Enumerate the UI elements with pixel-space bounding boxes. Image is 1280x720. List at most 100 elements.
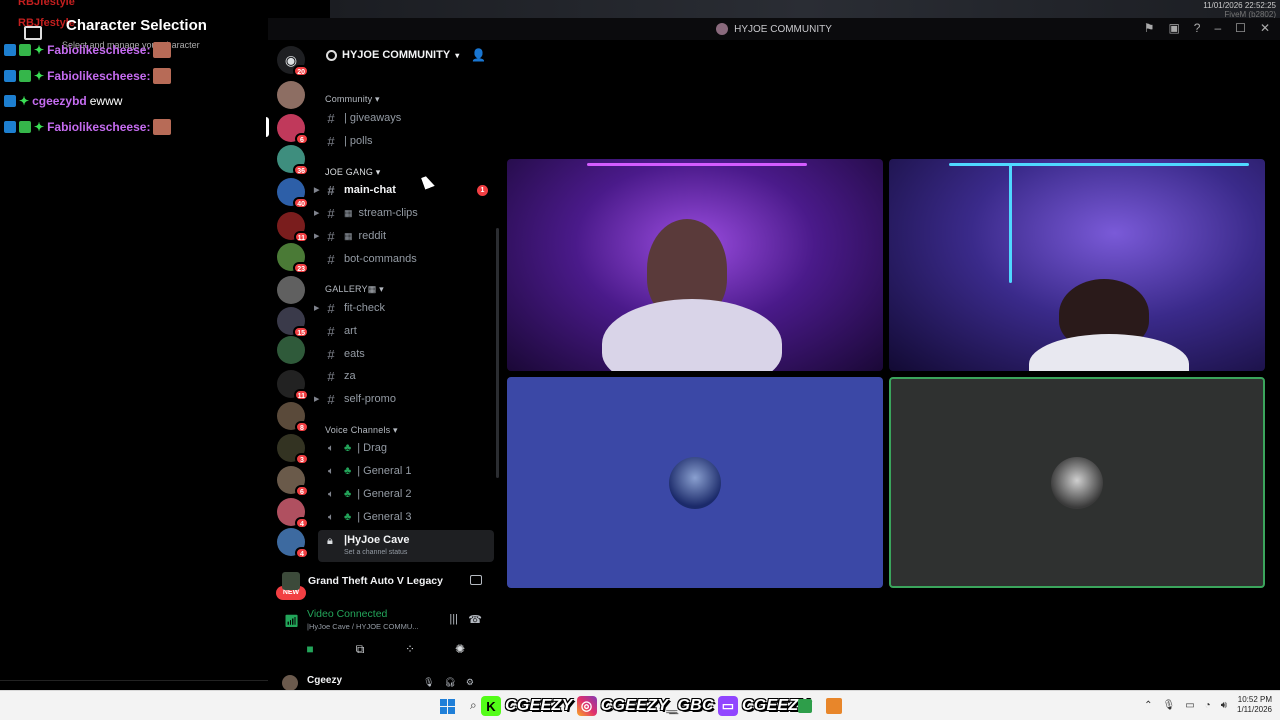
channel-eats[interactable]: # eats: [324, 344, 496, 364]
chat-message: ✦ Fabiolikescheese:: [4, 119, 172, 135]
video-tile-speaking[interactable]: [889, 377, 1265, 588]
stream-overlay: RBJfestyle RBJfestyle Character Selectio…: [0, 0, 268, 690]
server-icon[interactable]: 4: [277, 528, 309, 559]
user-controls[interactable]: 🎙︎🎧︎⚙: [423, 677, 484, 688]
overlay-app-icon: [24, 26, 42, 40]
selected-server-marker: [266, 117, 269, 137]
channel-label: eats: [344, 348, 365, 360]
server-icon[interactable]: 15: [277, 307, 309, 338]
chevron-up-icon[interactable]: ⌃: [1144, 700, 1152, 711]
server-icon[interactable]: [277, 81, 305, 109]
voice-status: Video Connected: [307, 608, 388, 620]
mic-icon[interactable]: 🎙︎: [1162, 700, 1175, 711]
server-icon[interactable]: 11: [277, 370, 309, 401]
activities-button[interactable]: ⁘: [390, 638, 430, 660]
voice-channel-general-3[interactable]: 🔈︎ ♣ | General 3: [324, 507, 496, 527]
channel-polls[interactable]: # | polls: [324, 131, 496, 151]
discord-home-button[interactable]: ◉ 20: [277, 46, 309, 77]
server-icon[interactable]: [277, 336, 305, 364]
server-icon[interactable]: 40: [277, 178, 309, 209]
network-icon[interactable]: ◔: [1205, 700, 1211, 711]
disconnect-icon[interactable]: ☎: [468, 613, 482, 626]
volume-icon[interactable]: 🔊︎: [1221, 700, 1227, 711]
voice-connection-panel: 📶︎ Video Connected |HyJoe Cave / HYJOE C…: [272, 604, 496, 636]
close-button[interactable]: ✕: [1260, 21, 1270, 35]
voice-channel-hyjoe-cave[interactable]: 🔒︎ |HyJoe Cave Set a channel status: [318, 530, 494, 562]
help-icon[interactable]: ?: [1194, 21, 1201, 35]
windows-start-icon[interactable]: [440, 699, 455, 714]
voice-location[interactable]: |HyJoe Cave / HYJOE COMMU...: [307, 622, 419, 631]
emote-icon: [153, 42, 172, 58]
hash-icon: #: [327, 205, 335, 221]
clock[interactable]: 10:52 PM 1/11/2026: [1237, 695, 1272, 715]
screenshare-button[interactable]: ⧉: [340, 638, 380, 660]
flag-icon[interactable]: ⚑: [1144, 21, 1155, 35]
channel-scrollbar[interactable]: [496, 228, 499, 478]
thread-arrow-icon: ▶: [314, 187, 320, 194]
taskbar-app-icon[interactable]: [798, 699, 812, 713]
game-icon: [282, 572, 300, 590]
stream-game-icon[interactable]: [470, 575, 482, 585]
username: Cgeezy: [307, 675, 343, 686]
server-icon[interactable]: 4: [277, 498, 309, 529]
game-date: 11/01/2026 22:52:25: [1203, 1, 1276, 10]
avatar[interactable]: [282, 675, 298, 691]
speaker-icon: 🔈︎: [328, 465, 334, 477]
participant-avatar: [1051, 456, 1103, 509]
camera-button[interactable]: ■: [290, 638, 330, 660]
window-titlebar: HYJOE COMMUNITY ⚑ ▣ ? – ☐ ✕: [268, 18, 1280, 40]
display-icon[interactable]: ▭: [1185, 700, 1194, 711]
overlay-top-name-1: RBJfestyle: [18, 0, 75, 8]
channel-fit-check[interactable]: ▶ # fit-check: [314, 298, 496, 318]
category-community[interactable]: Community ▾: [325, 94, 380, 105]
channel-reddit[interactable]: ▶ # ▦ reddit: [314, 226, 496, 246]
server-icon[interactable]: [277, 276, 305, 304]
server-badge-icon: [326, 49, 337, 61]
channel-stream-clips[interactable]: ▶ # ▦ stream-clips: [314, 203, 496, 223]
video-tile[interactable]: [889, 159, 1265, 371]
server-icon[interactable]: 11: [277, 212, 309, 243]
maximize-button[interactable]: ☐: [1235, 21, 1246, 35]
thread-arrow-icon: ▶: [314, 210, 320, 217]
channel-main-chat[interactable]: ▶ # main-chat 1: [314, 180, 496, 200]
channel-status-hint[interactable]: Set a channel status: [344, 549, 407, 556]
forum-icon: ▦: [344, 207, 353, 218]
server-ping: 36: [293, 164, 309, 176]
search-icon[interactable]: ⌕: [470, 698, 477, 713]
voice-channel-general-2[interactable]: 🔈︎ ♣ | General 2: [324, 484, 496, 504]
voice-channel-drag[interactable]: 🔈︎ ♣ | Drag: [324, 438, 496, 458]
channel-za[interactable]: # za: [324, 366, 496, 386]
signal-icon[interactable]: 📶︎: [284, 614, 299, 628]
badge-icon: [19, 44, 31, 56]
hash-icon: #: [327, 228, 335, 244]
server-icon[interactable]: 6: [277, 466, 309, 497]
noise-suppression-icon[interactable]: |||: [449, 613, 458, 625]
channel-self-promo[interactable]: ▶ # self-promo: [314, 389, 496, 409]
soundboard-button[interactable]: ✺: [440, 638, 480, 660]
category-joe-gang[interactable]: JOE GANG ▾: [325, 167, 381, 178]
server-icon[interactable]: 36: [277, 145, 309, 176]
minimize-button[interactable]: –: [1214, 21, 1221, 35]
category-voice-channels[interactable]: Voice Channels ▾: [325, 425, 398, 436]
instagram-handle: CGEEZY_GBC: [600, 697, 714, 714]
channel-art[interactable]: # art: [324, 321, 496, 341]
server-header[interactable]: HYJOE COMMUNITY ▾: [326, 49, 459, 61]
server-icon[interactable]: 3: [277, 434, 309, 465]
chat-username: Fabiolikescheese:: [47, 43, 151, 57]
server-icon: [716, 23, 729, 35]
video-tile[interactable]: [507, 159, 883, 371]
add-user-icon[interactable]: 👤: [471, 48, 486, 62]
inbox-icon[interactable]: ▣: [1168, 21, 1179, 35]
video-tile-avatar[interactable]: [507, 377, 883, 588]
voice-channel-general-1[interactable]: 🔈︎ ♣ | General 1: [324, 461, 496, 481]
server-icon[interactable]: 23: [277, 243, 309, 274]
category-gallery[interactable]: GALLERY▦ ▾: [325, 284, 384, 295]
channel-giveaways[interactable]: # | giveaways: [324, 108, 496, 128]
led-strip: [949, 163, 1249, 166]
channel-label: | General 3: [357, 511, 412, 523]
channel-bot-commands[interactable]: # bot-commands: [324, 249, 496, 269]
server-icon[interactable]: 6: [277, 114, 309, 145]
server-icon[interactable]: 8: [277, 402, 309, 433]
speaker-icon: 🔈︎: [328, 442, 334, 454]
taskbar-app-icon[interactable]: [826, 698, 842, 714]
